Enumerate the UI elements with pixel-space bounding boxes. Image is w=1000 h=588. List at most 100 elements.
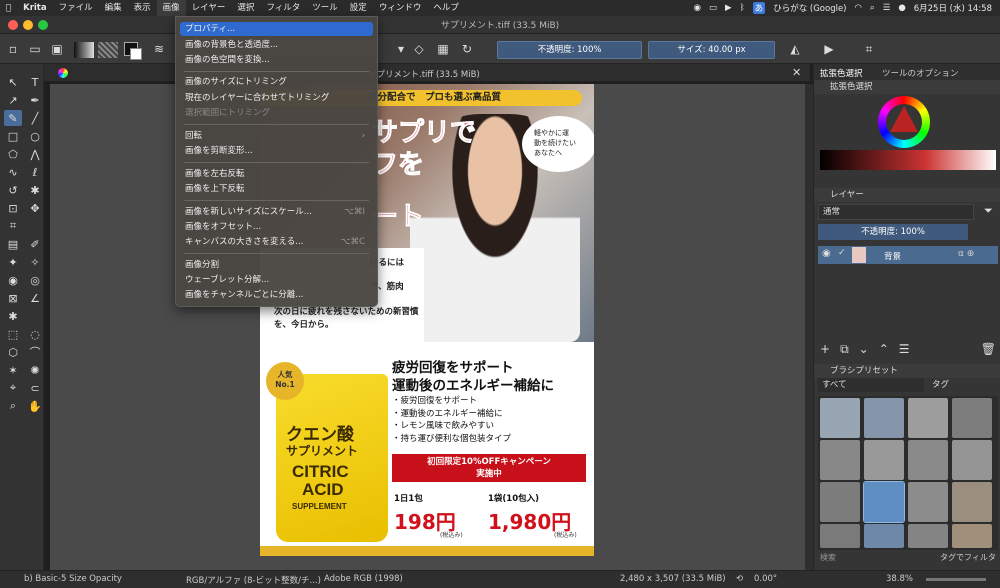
brush-settings-icon[interactable]: ≋ — [150, 40, 168, 58]
brush-preset[interactable] — [952, 440, 992, 480]
color-triangle[interactable] — [890, 106, 918, 132]
menu-file[interactable]: ファイル — [53, 0, 99, 16]
rect-select-tool-icon[interactable]: ⬚ — [4, 326, 22, 342]
menu-item-convert-colorspace[interactable]: 画像の色空間を変換... — [180, 53, 373, 67]
calligraphy-tool-icon[interactable]: ✒ — [26, 92, 44, 108]
preset-search-field[interactable]: 検索 — [820, 552, 920, 563]
brush-preset[interactable] — [820, 524, 860, 548]
input-method-label[interactable]: ひらがな (Google) — [773, 2, 846, 14]
save-icon[interactable]: ▣ — [48, 40, 66, 58]
select-shapes-tool-icon[interactable]: ↖ — [4, 74, 22, 90]
brush-tool-icon[interactable]: ✎ — [4, 110, 22, 126]
preserve-alpha-icon[interactable]: ▦ — [434, 40, 452, 58]
menu-edit[interactable]: 編集 — [99, 0, 128, 16]
crop-icon[interactable]: ⌗ — [860, 40, 878, 58]
reference-tool-icon[interactable]: ✱ — [4, 308, 22, 324]
status-rotation[interactable]: 0.00° — [754, 574, 777, 584]
colorize-mask-tool-icon[interactable]: ✦ — [4, 254, 22, 270]
visibility-icon[interactable]: ◉ — [822, 248, 831, 259]
transform-tool-icon[interactable]: ⊡ — [4, 200, 22, 216]
multibrush-tool-icon[interactable]: ✱ — [26, 182, 44, 198]
checkmark-icon[interactable]: ✓ — [838, 248, 846, 258]
menu-image[interactable]: 画像 — [156, 0, 186, 16]
fill-tool-icon[interactable]: ◉ — [4, 272, 22, 288]
brush-preset[interactable] — [820, 398, 860, 438]
brush-preset[interactable] — [908, 440, 948, 480]
control-center-icon[interactable]: ☰ — [883, 3, 891, 13]
layer-opacity-slider[interactable]: 不透明度: 100% — [818, 224, 968, 240]
polyline-tool-icon[interactable]: ⋀ — [26, 146, 44, 162]
gradient-tool-icon[interactable]: ▤ — [4, 236, 22, 252]
move-up-icon[interactable]: ⌃ — [879, 342, 889, 358]
layer-lock-icon[interactable]: α ⊕ — [958, 249, 974, 259]
duplicate-layer-icon[interactable]: ⧉ — [840, 342, 849, 358]
menu-item-trim-to-image[interactable]: 画像のサイズにトリミング — [180, 75, 373, 89]
dynamic-brush-tool-icon[interactable]: ↺ — [4, 182, 22, 198]
blend-mode-dropdown-icon[interactable]: ▾ — [392, 40, 410, 58]
brush-preset[interactable] — [952, 524, 992, 548]
ellipse-select-tool-icon[interactable]: ◌ — [26, 326, 44, 342]
brush-preset-selected[interactable] — [863, 481, 905, 523]
brush-preset[interactable] — [864, 524, 904, 548]
color-picker-tool-icon[interactable]: ✐ — [26, 236, 44, 252]
menu-item-shear[interactable]: 画像を剪断変形... — [180, 144, 373, 158]
menu-item-properties[interactable]: プロパティ... — [180, 22, 373, 36]
add-layer-icon[interactable]: + — [820, 342, 830, 358]
ellipse-tool-icon[interactable]: ○ — [26, 128, 44, 144]
menu-item-image-split[interactable]: 画像分割 — [180, 258, 373, 272]
background-color-swatch[interactable] — [130, 48, 142, 60]
layer-properties-icon[interactable]: ☰ — [899, 342, 910, 358]
brush-preset[interactable] — [820, 440, 860, 480]
tag-filter-checkbox[interactable]: タグでフィルタ — [940, 552, 996, 563]
status-zoom[interactable]: 38.8% — [886, 574, 913, 584]
reload-preset-icon[interactable]: ↻ — [458, 40, 476, 58]
siri-icon[interactable]: ● — [898, 3, 905, 13]
menu-item-trim-to-layer[interactable]: 現在のレイヤーに合わせてトリミング — [180, 91, 373, 105]
menu-tools[interactable]: ツール — [306, 0, 344, 16]
color-wheel[interactable] — [878, 96, 930, 148]
crop-tool-icon[interactable]: ⌗ — [4, 218, 22, 234]
layer-name[interactable]: 背景 — [884, 250, 901, 262]
menu-select[interactable]: 選択 — [231, 0, 260, 16]
menu-filter[interactable]: フィルタ — [260, 0, 306, 16]
brush-preset-grid[interactable] — [818, 396, 998, 550]
display-icon[interactable]: ▭ — [709, 3, 717, 13]
brush-preset[interactable] — [908, 398, 948, 438]
brush-preset[interactable] — [908, 482, 948, 522]
creative-cloud-icon[interactable]: ◉ — [694, 3, 701, 13]
measure-tool-icon[interactable]: ∠ — [26, 290, 44, 306]
line-tool-icon[interactable]: ╱ — [26, 110, 44, 126]
menu-item-background-color[interactable]: 画像の背景色と透過度... — [180, 38, 373, 52]
brush-preset[interactable] — [952, 482, 992, 522]
clock-label[interactable]: 6月25日 (水) 14:58 — [914, 2, 992, 14]
document-tab-title[interactable]: サプリメント.tiff (33.5 MiB) — [368, 68, 480, 80]
menu-layer[interactable]: レイヤー — [186, 0, 232, 16]
bezier-select-tool-icon[interactable]: ⌖ — [4, 380, 22, 396]
menu-view[interactable]: 表示 — [128, 0, 157, 16]
brush-preset[interactable] — [864, 440, 904, 480]
rectangle-tool-icon[interactable]: □ — [4, 128, 22, 144]
brush-preset[interactable] — [908, 524, 948, 548]
freehand-path-tool-icon[interactable]: ℓ — [26, 164, 44, 180]
menu-item-mirror-vertical[interactable]: 画像を上下反転 — [180, 182, 373, 196]
polygon-select-tool-icon[interactable]: ⬡ — [4, 344, 22, 360]
vertical-scrollbar[interactable] — [805, 84, 813, 570]
delete-layer-icon[interactable]: 🗑 — [981, 342, 996, 358]
input-method-badge[interactable]: あ — [752, 2, 766, 14]
canvas-area[interactable]: 成分配合で プロも選ぶ高品質 サプリで フを ート 軽やかに運 動を続けたい あ… — [50, 84, 805, 570]
gradient-selector[interactable] — [74, 42, 94, 58]
open-document-icon[interactable]: ▭ — [26, 40, 44, 58]
menu-settings[interactable]: 設定 — [344, 0, 373, 16]
close-tab-icon[interactable]: ✕ — [792, 66, 801, 79]
apple-icon[interactable]:  — [0, 0, 17, 16]
new-document-icon[interactable]: ▫ — [4, 40, 22, 58]
mirror-vertical-icon[interactable]: ▶ — [820, 40, 838, 58]
text-tool-icon[interactable]: T — [26, 74, 44, 90]
freehand-select-tool-icon[interactable]: ⌒ — [26, 344, 44, 360]
layer-row[interactable]: ◉ ✓ 背景 α ⊕ — [818, 246, 998, 264]
brush-preset[interactable] — [952, 398, 992, 438]
menu-item-offset-image[interactable]: 画像をオフセット... — [180, 220, 373, 234]
menu-item-resize-canvas[interactable]: キャンバスの大きさを変える... ⌥⌘C — [180, 235, 373, 249]
contiguous-select-tool-icon[interactable]: ✶ — [4, 362, 22, 378]
app-menu[interactable]: Krita — [17, 0, 53, 16]
